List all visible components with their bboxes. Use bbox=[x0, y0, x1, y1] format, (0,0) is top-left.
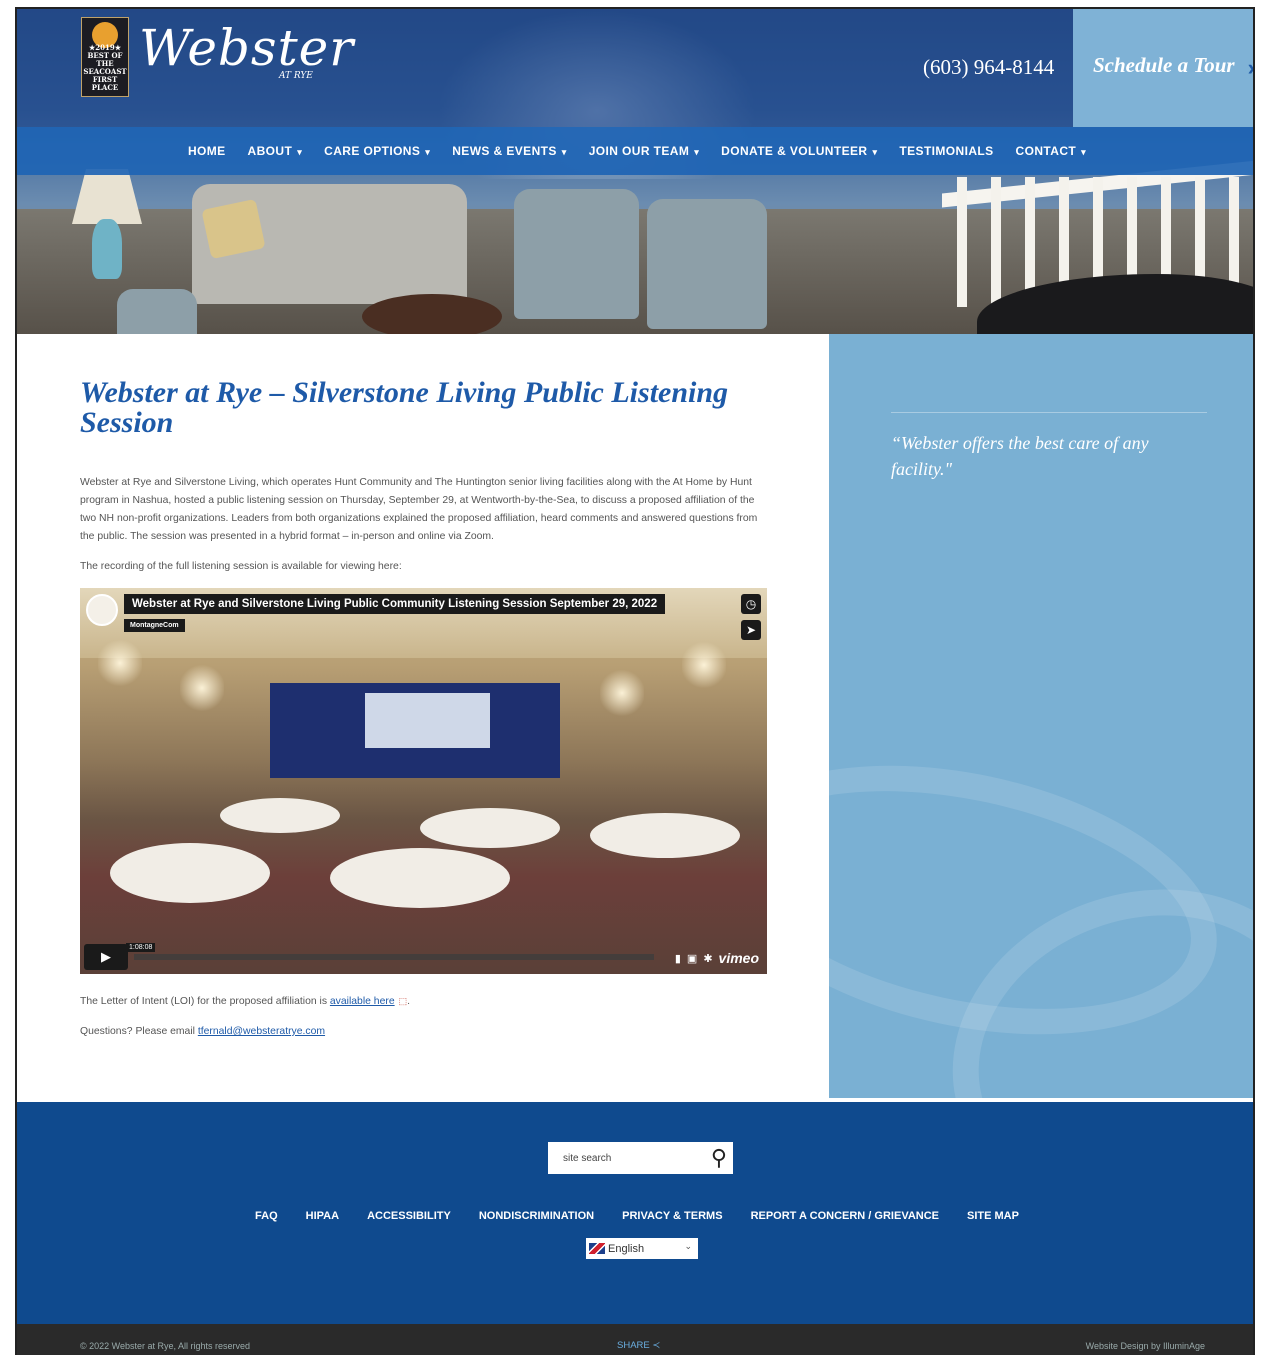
header-photo-pillow bbox=[201, 198, 266, 260]
footer-link-faq[interactable]: FAQ bbox=[255, 1210, 278, 1222]
caret-down-icon: ▾ bbox=[694, 147, 700, 157]
article: Webster at Rye – Silverstone Living Publ… bbox=[80, 334, 770, 1037]
header-photo-sofa bbox=[192, 184, 467, 304]
video-frame-table bbox=[110, 843, 270, 903]
video-title[interactable]: Webster at Rye and Silverstone Living Pu… bbox=[124, 594, 666, 614]
article-paragraph: Webster at Rye and Silverstone Living, w… bbox=[80, 477, 758, 542]
volume-icon[interactable]: ▮ bbox=[675, 952, 681, 965]
nav-item-contact[interactable]: CONTACT ▾ bbox=[1016, 144, 1087, 158]
testimonial-sidebar: “Webster offers the best care of any fac… bbox=[829, 334, 1253, 1098]
sidebar-divider bbox=[891, 412, 1207, 413]
video-frame-table bbox=[420, 808, 560, 848]
captions-icon[interactable]: ▣ bbox=[687, 952, 697, 965]
channel-avatar[interactable] bbox=[86, 594, 118, 626]
video-player[interactable]: Webster at Rye and Silverstone Living Pu… bbox=[80, 588, 767, 974]
footer-links: FAQ HIPAA ACCESSIBILITY NONDISCRIMINATIO… bbox=[17, 1210, 1253, 1222]
footer-link-accessibility[interactable]: ACCESSIBILITY bbox=[367, 1210, 451, 1222]
settings-gear-icon[interactable]: ✱ bbox=[703, 952, 712, 965]
language-value: English bbox=[608, 1242, 645, 1255]
schedule-tour-label: Schedule a Tour bbox=[1093, 52, 1235, 77]
share-icon[interactable]: ➤ bbox=[741, 620, 761, 640]
footer-link-hipaa[interactable]: HIPAA bbox=[306, 1210, 339, 1222]
questions-paragraph: Questions? Please email tfernald@webster… bbox=[80, 1026, 326, 1037]
footer-link-site-map[interactable]: SITE MAP bbox=[967, 1210, 1019, 1222]
phone-number[interactable]: (603) 964-8144 bbox=[923, 55, 1054, 80]
video-controls: ▶ 1:08:08 ▮ ▣ ✱ vimeo bbox=[80, 943, 767, 974]
site-search: ⚲ bbox=[548, 1142, 733, 1174]
nav-item-testimonials[interactable]: TESTIMONIALS bbox=[899, 144, 993, 158]
play-icon: ▶ bbox=[101, 949, 111, 964]
site-logo-subtext: AT RYE bbox=[279, 71, 313, 81]
uk-flag-icon bbox=[589, 1243, 605, 1254]
video-frame-table bbox=[330, 848, 510, 908]
nav-item-about[interactable]: ABOUT ▾ bbox=[248, 144, 303, 158]
schedule-tour-button[interactable]: Schedule a Tour › bbox=[1073, 9, 1255, 127]
loi-link[interactable]: available here bbox=[330, 996, 395, 1007]
video-frame-table bbox=[220, 798, 340, 833]
loi-paragraph: The Letter of Intent (LOI) for the propo… bbox=[80, 996, 411, 1007]
header-photo-chair bbox=[647, 199, 767, 329]
site-header: ★2019★ BEST OF THE SEACOAST FIRST PLACE … bbox=[17, 9, 1255, 334]
nav-item-join-our-team[interactable]: JOIN OUR TEAM ▾ bbox=[589, 144, 699, 158]
email-link[interactable]: tfernald@websteratrye.com bbox=[198, 1026, 325, 1037]
video-frame-chandelier bbox=[98, 638, 142, 688]
site-footer: ⚲ FAQ HIPAA ACCESSIBILITY NONDISCRIMINAT… bbox=[17, 1102, 1253, 1324]
chevron-right-icon: › bbox=[1247, 55, 1255, 80]
footer-link-report-concern[interactable]: REPORT A CONCERN / GRIEVANCE bbox=[751, 1210, 939, 1222]
header-photo-chair bbox=[117, 289, 197, 334]
search-input[interactable] bbox=[561, 1151, 705, 1165]
award-badge: ★2019★ BEST OF THE SEACOAST FIRST PLACE bbox=[81, 17, 129, 97]
main-area: Webster at Rye – Silverstone Living Publ… bbox=[17, 334, 1253, 1102]
caret-down-icon: ▾ bbox=[425, 147, 431, 157]
testimonial-quote: “Webster offers the best care of any fac… bbox=[891, 433, 1149, 479]
vimeo-logo[interactable]: vimeo bbox=[719, 950, 759, 966]
video-frame-chandelier bbox=[180, 663, 224, 713]
page-title: Webster at Rye – Silverstone Living Publ… bbox=[80, 376, 729, 439]
bottom-bar: © 2022 Webster at Rye, All rights reserv… bbox=[17, 1324, 1253, 1355]
video-frame-chandelier bbox=[682, 640, 726, 690]
share-icon: ≺ bbox=[652, 1340, 661, 1351]
site-logo[interactable]: Webster bbox=[139, 19, 354, 77]
article-paragraph: The recording of the full listening sess… bbox=[80, 561, 402, 572]
play-button[interactable]: ▶ bbox=[84, 944, 128, 970]
video-duration: 1:08:08 bbox=[126, 943, 156, 952]
copyright-text: © 2022 Webster at Rye, All rights reserv… bbox=[80, 1341, 251, 1351]
header-photo-lamp-shade bbox=[72, 169, 142, 224]
caret-down-icon: ▾ bbox=[561, 147, 567, 157]
video-frame-screen bbox=[365, 693, 490, 748]
footer-link-nondiscrimination[interactable]: NONDISCRIMINATION bbox=[479, 1210, 594, 1222]
badge-line: FIRST PLACE bbox=[91, 75, 119, 92]
caret-down-icon: ▾ bbox=[297, 147, 303, 157]
video-progress-bar[interactable] bbox=[134, 954, 654, 960]
header-photo-table bbox=[362, 294, 502, 334]
header-photo-chair bbox=[514, 189, 639, 319]
language-select[interactable]: English ⌄ bbox=[586, 1238, 698, 1259]
share-button[interactable]: SHARE ≺ bbox=[617, 1340, 660, 1351]
chevron-down-icon: ⌄ bbox=[684, 1241, 692, 1251]
caret-down-icon: ▾ bbox=[872, 147, 878, 157]
video-frame-table bbox=[590, 813, 740, 858]
browser-page: ★2019★ BEST OF THE SEACOAST FIRST PLACE … bbox=[15, 7, 1255, 1355]
video-frame-chandelier bbox=[600, 668, 644, 718]
video-right-controls: ▮ ▣ ✱ vimeo bbox=[675, 950, 759, 966]
header-photo-lamp bbox=[92, 219, 122, 279]
footer-link-privacy-terms[interactable]: PRIVACY & TERMS bbox=[622, 1210, 722, 1222]
watch-later-icon[interactable]: ◷ bbox=[741, 594, 761, 614]
pdf-icon: ⬚ bbox=[398, 996, 408, 1006]
nav-item-donate-volunteer[interactable]: DONATE & VOLUNTEER ▾ bbox=[721, 144, 877, 158]
nav-item-news-events[interactable]: NEWS & EVENTS ▾ bbox=[452, 144, 566, 158]
search-icon[interactable]: ⚲ bbox=[711, 1145, 727, 1171]
badge-line: BEST OF THE bbox=[87, 51, 123, 68]
nav-item-care-options[interactable]: CARE OPTIONS ▾ bbox=[324, 144, 430, 158]
caret-down-icon: ▾ bbox=[1081, 147, 1087, 157]
main-nav: HOME ABOUT ▾ CARE OPTIONS ▾ NEWS & EVENTS ▾… bbox=[17, 127, 1253, 175]
design-credit[interactable]: Website Design by IlluminAge bbox=[1086, 1341, 1205, 1351]
video-channel[interactable]: MontagneCom bbox=[124, 619, 185, 632]
nav-item-home[interactable]: HOME bbox=[188, 144, 226, 158]
